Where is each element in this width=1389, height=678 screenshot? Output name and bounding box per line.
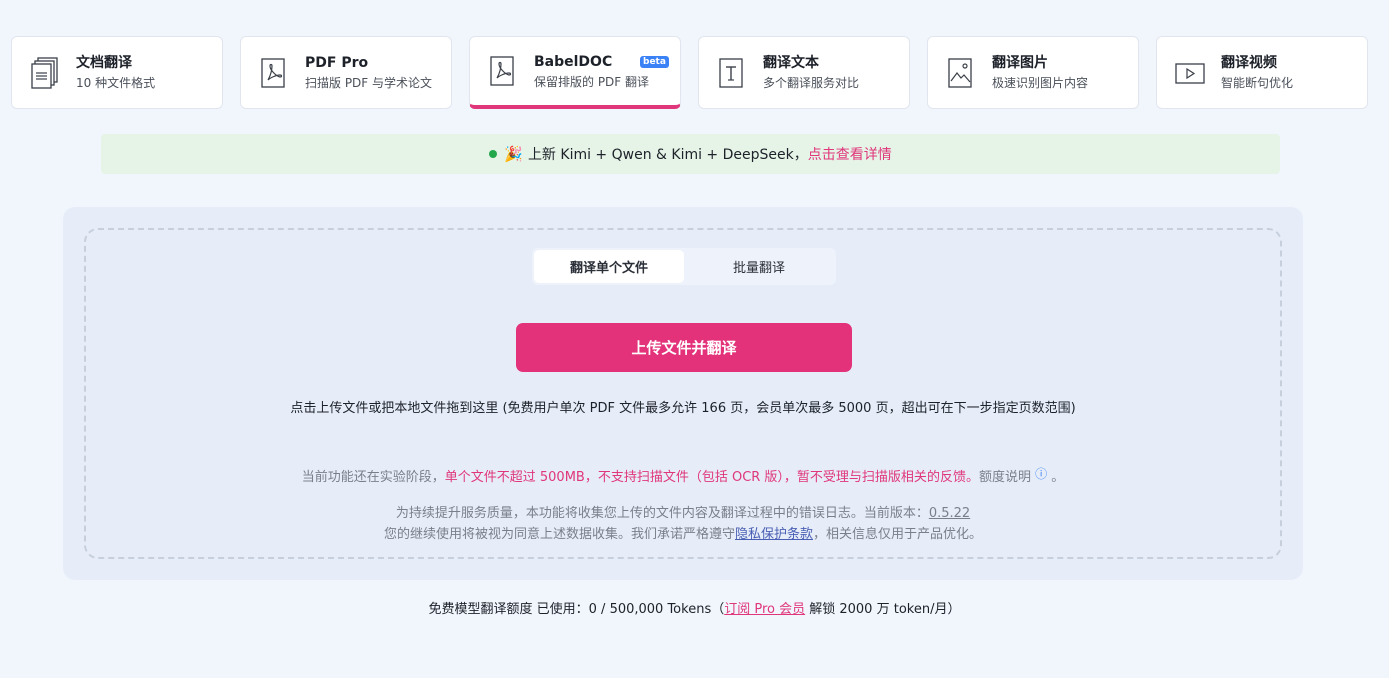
info-icon[interactable]: ⓘ	[1035, 467, 1047, 481]
pdf-icon	[259, 57, 289, 89]
version-number: 0.5.22	[928, 506, 971, 521]
card-subtitle: 极速识别图片内容	[992, 76, 1089, 90]
card-pdf-pro[interactable]: PDF Pro 扫描版 PDF 与学术论文	[240, 36, 452, 109]
data-collection-notice: 为持续提升服务质量，本功能将收集您上传的文件内容及翻译过程中的错误日志。当前版本…	[86, 503, 1280, 545]
warning-limits: 单个文件不超过 500MB，不支持扫描文件（包括 OCR 版），暂不受理与扫描版…	[444, 470, 979, 485]
card-title: BabelDOC	[534, 53, 613, 70]
file-dropzone[interactable]: 翻译单个文件 批量翻译 上传文件并翻译 点击上传文件或把本地文件拖到这里 (免费…	[84, 228, 1282, 559]
card-image-translate[interactable]: 翻译图片 极速识别图片内容	[927, 36, 1139, 109]
card-title: 文档翻译	[76, 55, 132, 71]
feature-cards: 文档翻译 10 种文件格式 PDF Pro 扫描版 PDF 与学术论文 Babe…	[11, 36, 1368, 109]
card-text-translate[interactable]: 翻译文本 多个翻译服务对比	[698, 36, 910, 109]
legal-line-2-suffix: ，相关信息仅用于产品优化。	[813, 527, 983, 542]
experimental-warning: 当前功能还在实验阶段，单个文件不超过 500MB，不支持扫描文件（包括 OCR …	[86, 465, 1280, 485]
quota-suffix: 解锁 2000 万 token/月）	[805, 602, 961, 617]
card-video-translate[interactable]: 翻译视频 智能断句优化	[1156, 36, 1368, 109]
warning-prefix: 当前功能还在实验阶段，	[301, 470, 445, 485]
status-dot	[489, 150, 498, 158]
text-icon	[717, 57, 747, 89]
party-popper-icon: 🎉	[504, 145, 523, 163]
legal-line-2-text: 您的继续使用将被视为同意上述数据收集。我们承诺严格遵守	[383, 527, 735, 542]
card-title: 翻译图片	[992, 55, 1048, 71]
announcement-details-link[interactable]: 点击查看详情	[808, 144, 892, 164]
upload-and-translate-button[interactable]: 上传文件并翻译	[516, 323, 852, 372]
mode-tabs: 翻译单个文件 批量翻译	[532, 248, 836, 285]
card-title: PDF Pro	[305, 55, 369, 71]
card-subtitle: 智能断句优化	[1221, 76, 1294, 90]
legal-line-2: 您的继续使用将被视为同意上述数据收集。我们承诺严格遵守隐私保护条款，相关信息仅用…	[86, 524, 1280, 545]
pdf-icon	[488, 55, 518, 87]
quota-text: 免费模型翻译额度 已使用：0 / 500,000 Tokens（	[428, 602, 725, 617]
card-babeldoc[interactable]: BabelDOC 保留排版的 PDF 翻译 beta	[469, 36, 681, 109]
announcement-bar: 🎉 上新 Kimi + Qwen & Kimi + DeepSeek， 点击查看…	[101, 134, 1280, 174]
card-title: 翻译文本	[763, 55, 819, 71]
announcement-text: 上新 Kimi + Qwen & Kimi + DeepSeek，	[527, 147, 808, 163]
video-icon	[1175, 57, 1205, 89]
privacy-policy-link[interactable]: 隐私保护条款	[735, 527, 813, 542]
warning-end: 。	[1047, 470, 1065, 485]
upload-hint: 点击上传文件或把本地文件拖到这里 (免费用户单次 PDF 文件最多允许 166 …	[290, 401, 1076, 416]
quota-explanation-label: 额度说明	[978, 470, 1031, 485]
token-quota: 免费模型翻译额度 已使用：0 / 500,000 Tokens（订阅 Pro 会…	[0, 598, 1389, 617]
subscribe-pro-link[interactable]: 订阅 Pro 会员	[724, 602, 805, 617]
legal-line-1-text: 为持续提升服务质量，本功能将收集您上传的文件内容及翻译过程中的错误日志。当前版本…	[395, 506, 929, 521]
card-subtitle: 多个翻译服务对比	[763, 76, 860, 90]
documents-icon	[30, 56, 60, 89]
card-title: 翻译视频	[1221, 55, 1277, 71]
legal-line-1: 为持续提升服务质量，本功能将收集您上传的文件内容及翻译过程中的错误日志。当前版本…	[86, 503, 1280, 524]
card-subtitle: 保留排版的 PDF 翻译	[534, 74, 650, 89]
card-document-translate[interactable]: 文档翻译 10 种文件格式	[11, 36, 223, 109]
image-icon	[946, 57, 976, 89]
tab-single-file[interactable]: 翻译单个文件	[534, 250, 684, 283]
card-subtitle: 10 种文件格式	[76, 76, 156, 90]
tab-batch[interactable]: 批量翻译	[684, 250, 834, 283]
upload-panel: 翻译单个文件 批量翻译 上传文件并翻译 点击上传文件或把本地文件拖到这里 (免费…	[63, 207, 1303, 580]
beta-badge: beta	[640, 56, 669, 68]
card-subtitle: 扫描版 PDF 与学术论文	[305, 76, 433, 90]
